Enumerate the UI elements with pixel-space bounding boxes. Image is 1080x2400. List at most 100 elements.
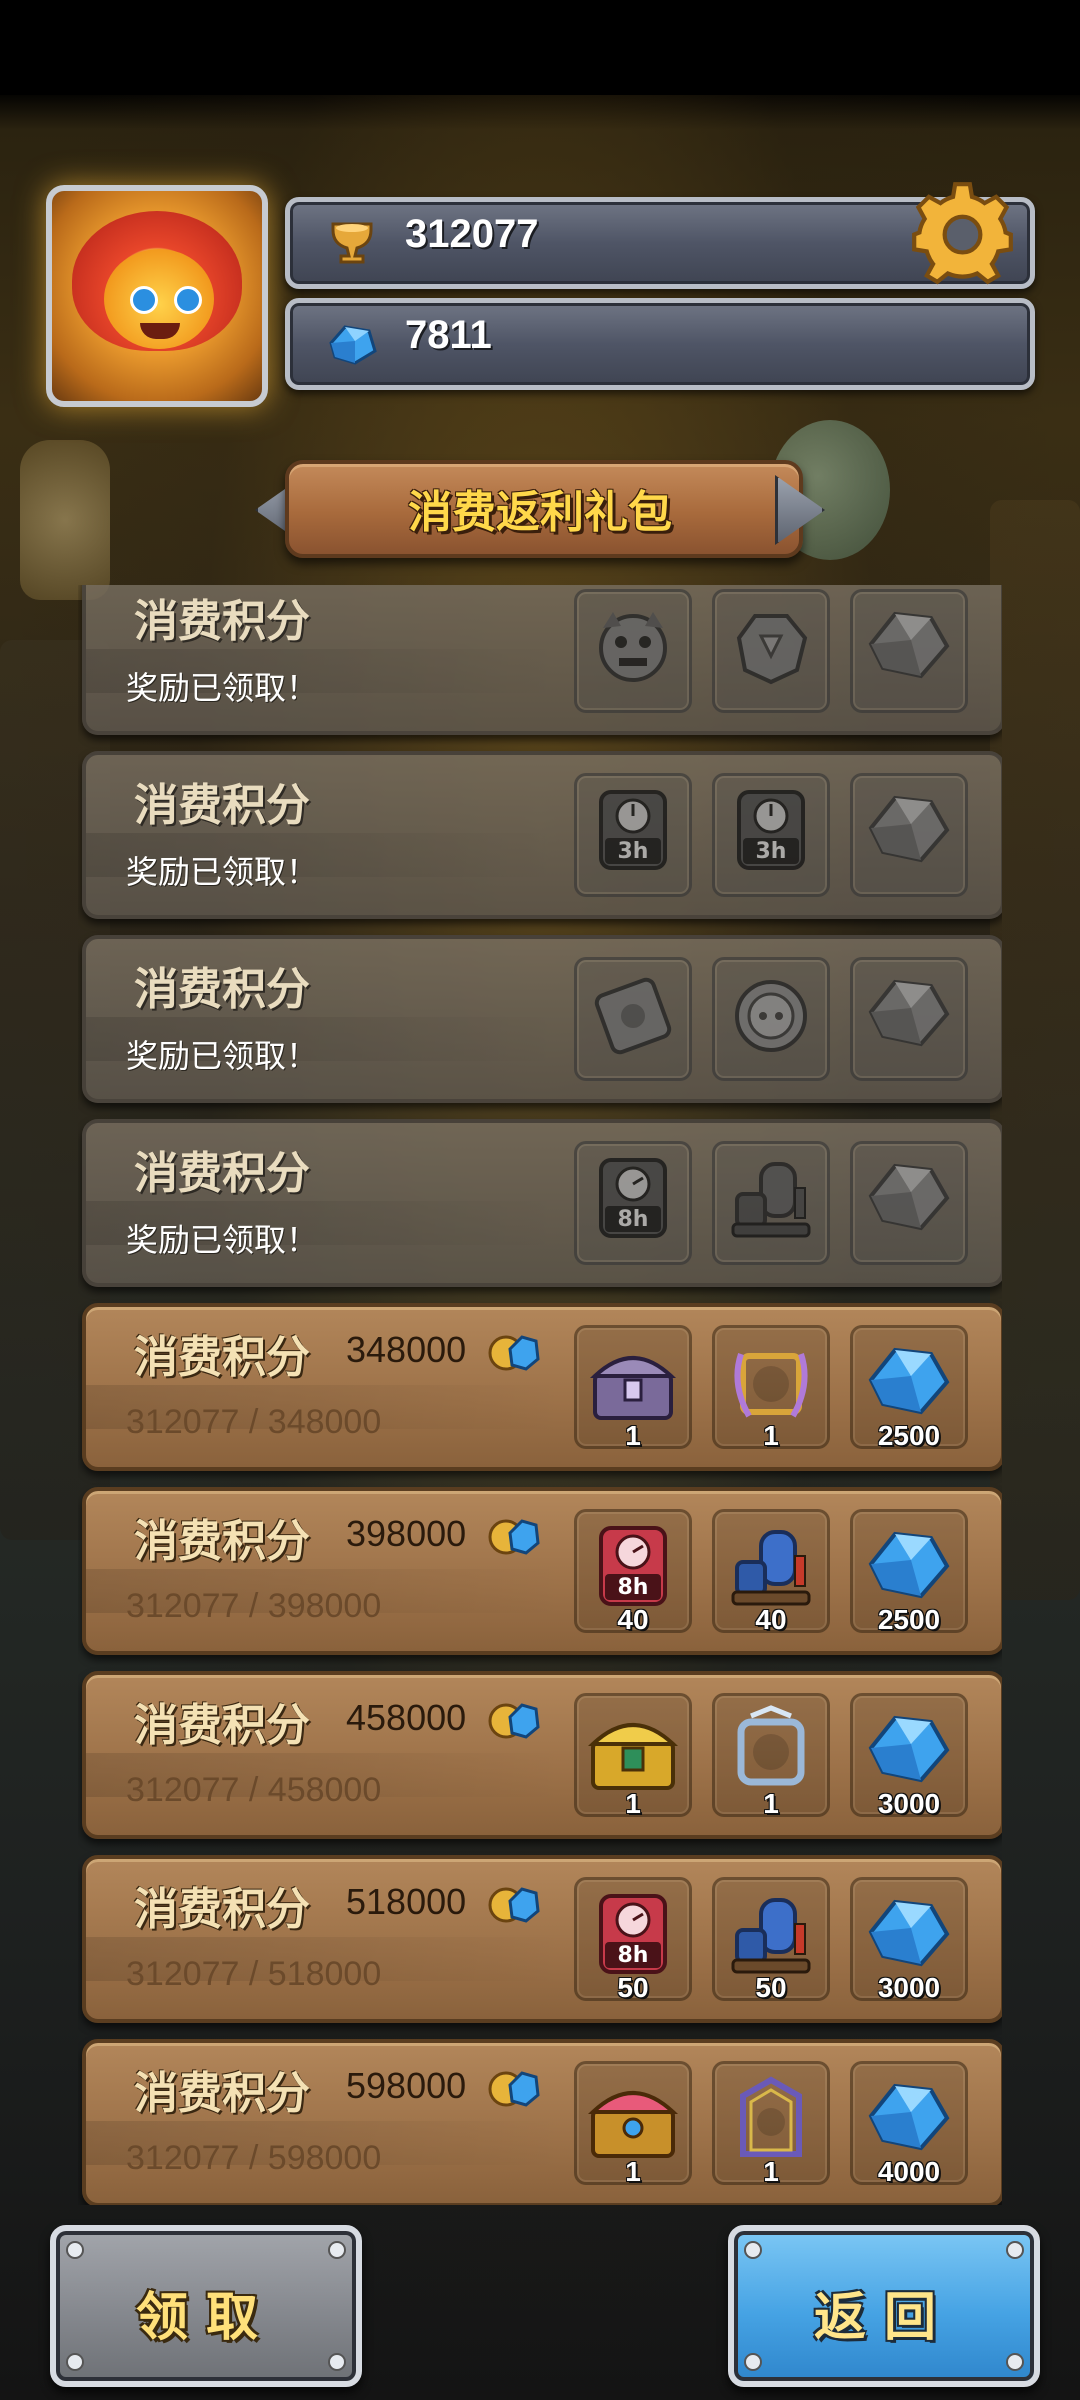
reward-slot[interactable]: 8h 50 xyxy=(574,1877,692,2003)
gear-icon[interactable] xyxy=(910,180,1015,285)
row-title: 消费积分 xyxy=(134,1332,310,1383)
reward-row-claimed[interactable]: 消费积分 奖励已领取！ xyxy=(82,585,1002,735)
reward-slot[interactable] xyxy=(850,957,968,1081)
monster-head-icon xyxy=(599,612,667,682)
gem-icon xyxy=(868,979,950,1047)
reward-slot[interactable]: 1 xyxy=(574,1693,692,1819)
speedup-8h-icon: 8h xyxy=(599,1894,667,1974)
required-points: 598000 xyxy=(346,2065,467,2106)
gem-icon xyxy=(868,1715,950,1783)
button-bolt xyxy=(328,2353,346,2371)
reward-slot[interactable]: 1 xyxy=(574,2061,692,2187)
reward-row-claimed[interactable]: 消费积分奖励已领取！ 8h xyxy=(82,1119,1002,1287)
reward-slot[interactable]: 1 xyxy=(712,1693,830,1819)
reward-slot[interactable]: 4000 xyxy=(850,2061,968,2187)
claimed-status: 奖励已领取！ xyxy=(126,1221,319,1259)
reward-quantity: 2500 xyxy=(877,1420,941,1451)
reward-slot[interactable]: 3000 xyxy=(850,1877,968,2003)
reward-row[interactable]: 消费积分 518000 312077 / 518000 8h 50 50 3000 xyxy=(82,1855,1002,2023)
gem-count: 7811 xyxy=(405,313,492,357)
reward-slot[interactable] xyxy=(712,957,830,1081)
reward-list[interactable]: 消费积分 奖励已领取！ 消费积分 奖励已领取！ 3h 3h 消费积分 奖励已领取！ 消费积分 奖励… xyxy=(78,585,1002,2205)
elixir-collector-icon xyxy=(731,1898,811,1974)
points-progress: 312077 / 598000 xyxy=(126,2139,382,2177)
button-bolt xyxy=(1006,2353,1024,2371)
background-bottle xyxy=(20,440,110,600)
svg-text:8h: 8h xyxy=(618,1943,649,1968)
trophy-icon xyxy=(331,222,373,264)
reward-slot[interactable] xyxy=(850,773,968,897)
row-title: 消费积分 xyxy=(134,2068,310,2119)
reward-row[interactable]: 消费积分 598000 312077 / 598000 1 1 4000 xyxy=(82,2039,1002,2205)
button-bolt xyxy=(66,2241,84,2259)
row-title: 消费积分 xyxy=(134,1516,310,1567)
button-bolt xyxy=(744,2241,762,2259)
speedup-8h-icon: 8h xyxy=(599,1526,667,1606)
reward-slot[interactable]: 8h 40 xyxy=(574,1509,692,1635)
points-coin-icon xyxy=(488,1513,540,1559)
reward-slot[interactable]: 2500 xyxy=(850,1325,968,1451)
back-button[interactable]: 返回 xyxy=(728,2225,1040,2387)
reward-quantity: 1 xyxy=(763,1420,779,1451)
reward-row[interactable]: 消费积分 398000 312077 / 398000 8h 40 40 2500 xyxy=(82,1487,1002,1655)
points-coin-icon xyxy=(488,1881,540,1927)
claimed-status: 奖励已领取！ xyxy=(126,1037,319,1075)
speedup-8h-icon: 8h xyxy=(599,1158,667,1238)
reward-slot[interactable]: 1 xyxy=(712,2061,830,2187)
reward-slot[interactable]: 50 xyxy=(712,1877,830,2003)
coin-token-icon xyxy=(735,980,807,1052)
silver-frame-icon xyxy=(737,1705,805,1786)
reward-slot[interactable] xyxy=(574,589,692,713)
reward-slot[interactable]: 3h xyxy=(712,773,830,897)
avatar-eye xyxy=(130,286,158,314)
button-bolt xyxy=(1006,2241,1024,2259)
reward-slot[interactable] xyxy=(850,1141,968,1265)
reward-slot[interactable] xyxy=(574,957,692,1081)
reward-slot[interactable]: 1 xyxy=(574,1325,692,1451)
reward-slot[interactable]: 1 xyxy=(712,1325,830,1451)
reward-quantity: 1 xyxy=(625,1788,641,1819)
reward-slot[interactable] xyxy=(712,589,830,713)
reward-slot[interactable] xyxy=(850,589,968,713)
reward-row[interactable]: 消费积分 348000 312077 / 348000 1 1 2500 xyxy=(82,1303,1002,1471)
points-coin-icon xyxy=(488,2065,540,2111)
reward-quantity: 3000 xyxy=(877,1788,941,1819)
required-points: 518000 xyxy=(346,1881,467,1922)
row-title: 消费积分 xyxy=(134,1700,310,1751)
reward-quantity: 50 xyxy=(617,1972,649,2003)
reward-row[interactable]: 消费积分 458000 312077 / 458000 1 1 3000 xyxy=(82,1671,1002,1839)
svg-text:3h: 3h xyxy=(618,839,649,864)
reward-quantity: 1 xyxy=(625,2156,641,2187)
row-title: 消费积分 xyxy=(134,596,310,647)
row-title: 消费积分 xyxy=(134,1884,310,1935)
reward-slot[interactable]: 3h xyxy=(574,773,692,897)
reward-slot[interactable]: 40 xyxy=(712,1509,830,1635)
reward-slot[interactable]: 3000 xyxy=(850,1693,968,1819)
required-points: 348000 xyxy=(346,1329,467,1370)
speedup-3h-icon: 3h xyxy=(599,790,667,870)
reward-quantity: 1 xyxy=(763,2156,779,2187)
gold-chest-icon xyxy=(587,1723,679,1790)
reward-slot[interactable]: 8h xyxy=(574,1141,692,1265)
points-coin-icon xyxy=(488,1697,540,1743)
gem-icon xyxy=(868,1163,950,1231)
svg-text:3h: 3h xyxy=(756,839,787,864)
reward-row-claimed[interactable]: 消费积分 奖励已领取！ 3h 3h xyxy=(82,751,1002,919)
reward-slot[interactable]: 2500 xyxy=(850,1509,968,1635)
speedup-3h-icon: 3h xyxy=(737,790,805,870)
svg-text:8h: 8h xyxy=(618,1575,649,1600)
reward-slot[interactable] xyxy=(712,1141,830,1265)
player-avatar[interactable] xyxy=(46,185,268,407)
row-title: 消费积分 xyxy=(134,780,310,831)
back-button-label: 返回 xyxy=(813,2288,954,2348)
trophy-count: 312077 xyxy=(405,212,539,256)
button-bolt xyxy=(744,2353,762,2371)
points-progress: 312077 / 518000 xyxy=(126,1955,382,1993)
button-bolt xyxy=(328,2241,346,2259)
reward-row-claimed[interactable]: 消费积分 奖励已领取！ xyxy=(82,935,1002,1103)
gem-icon xyxy=(868,795,950,863)
stone-token-icon xyxy=(736,614,808,685)
row-title: 消费积分 xyxy=(134,1148,310,1199)
page-title: 消费返利礼包 xyxy=(408,487,672,538)
claim-button[interactable]: 领取 xyxy=(50,2225,362,2387)
